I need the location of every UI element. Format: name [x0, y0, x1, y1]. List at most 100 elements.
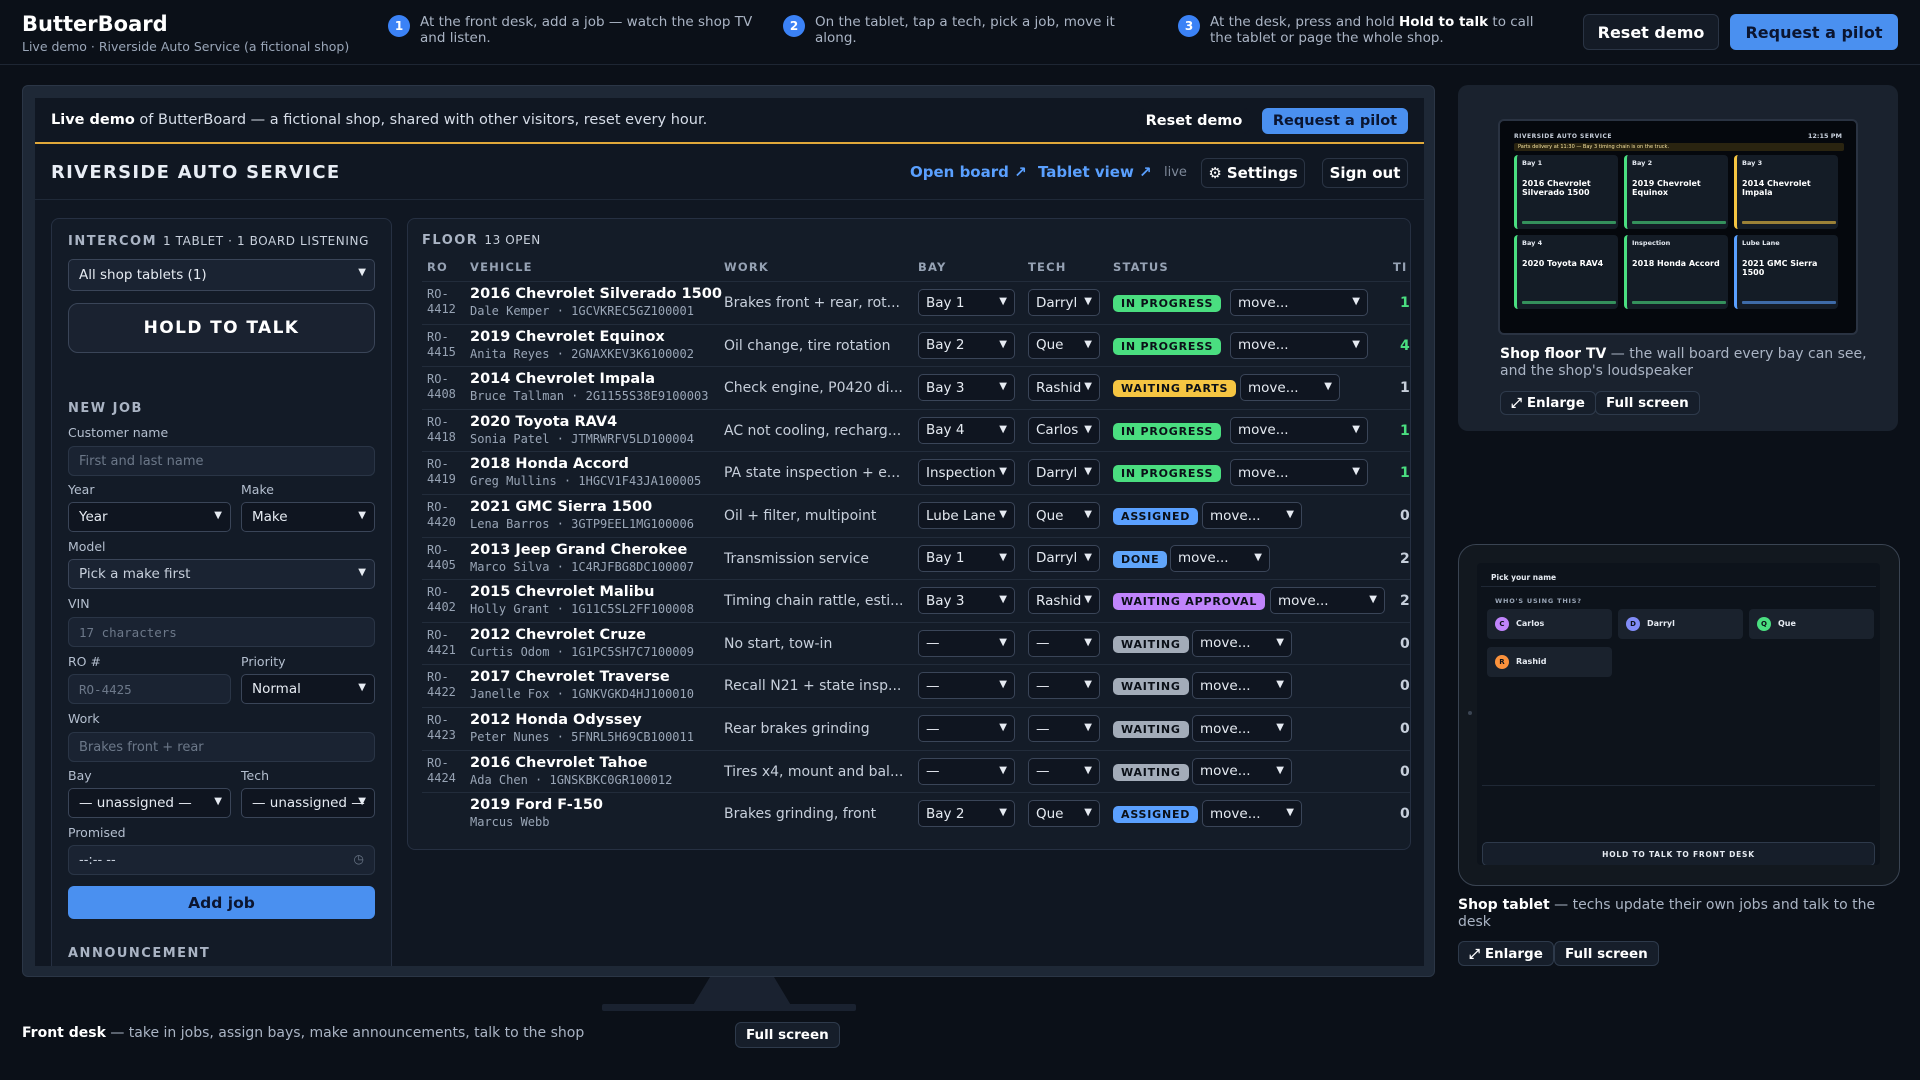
tech-select[interactable]: — ▼ [1028, 757, 1100, 785]
promised-time-input[interactable]: --:-- -- ◷ [68, 845, 375, 875]
shop-tv-card: RIVERSIDE AUTO SERVICE 12:15 PM Parts de… [1458, 85, 1898, 431]
move-select[interactable]: move... ▼ [1192, 757, 1292, 785]
bay-select[interactable]: Inspection ▼ [918, 459, 1015, 487]
move-select[interactable]: move... ▼ [1192, 715, 1292, 742]
front-desk-fullscreen-button[interactable]: Full screen [735, 1022, 840, 1048]
table-row[interactable]: RO- 4422 2017 Chevrolet Traverse Janelle Fo… [422, 664, 1410, 707]
move-select[interactable]: move... ▼ [1230, 416, 1368, 444]
tablet-divider [1482, 785, 1875, 786]
customer-name-input[interactable]: First and last name [68, 446, 375, 476]
shop-tv-preview[interactable]: RIVERSIDE AUTO SERVICE 12:15 PM Parts de… [1498, 119, 1858, 335]
table-row[interactable]: RO- 4405 2013 Jeep Grand Cherokee Marco Sil… [422, 536, 1410, 580]
intercom-target-select[interactable]: All shop tablets (1) ▼ [68, 259, 375, 291]
bay-select[interactable]: Bay 1 ▼ [918, 289, 1015, 316]
settings-button[interactable]: ⚙ Settings [1201, 158, 1305, 188]
tech-select[interactable]: — ▼ [1028, 672, 1100, 700]
table-row[interactable]: RO- 4408 2014 Chevrolet Impala Bruce Tallma… [422, 366, 1410, 409]
open-board-link[interactable]: Open board ↗ [910, 163, 1027, 181]
table-row[interactable]: RO- 4402 2015 Chevrolet Malibu Holly Grant … [422, 579, 1410, 622]
bay-select[interactable]: Bay 3 ▼ [918, 374, 1015, 402]
work-description: PA state inspection + e... [724, 465, 901, 482]
move-select[interactable]: move... ▼ [1230, 289, 1368, 316]
tech-card[interactable]: C Carlos [1487, 609, 1612, 639]
add-job-button[interactable]: Add job [68, 886, 375, 919]
tech-select[interactable]: — unassigned — ▼ [241, 788, 375, 818]
bay-select[interactable]: Bay 3 ▼ [918, 587, 1015, 615]
bay-select[interactable]: Bay 1 ▼ [918, 544, 1015, 572]
tech-select[interactable]: Que ▼ [1028, 331, 1100, 359]
tech-select[interactable]: Rashid ▼ [1028, 587, 1100, 615]
table-row[interactable]: RO- 4419 2018 Honda Accord Greg Mullins · 1… [422, 451, 1410, 494]
bay-select[interactable]: Bay 4 ▼ [918, 416, 1015, 444]
tech-select[interactable]: Rashid ▼ [1028, 374, 1100, 402]
table-row[interactable]: RO- 4420 2021 GMC Sierra 1500 Lena Barros ·… [422, 494, 1410, 537]
model-select[interactable]: Pick a make first ▼ [68, 559, 375, 589]
move-select[interactable]: move... ▼ [1202, 502, 1302, 529]
move-select[interactable]: move... ▼ [1270, 587, 1385, 615]
ro-number-input[interactable]: RO-4425 [68, 674, 231, 704]
vehicle-name: 2019 Chevrolet Equinox [470, 328, 665, 345]
move-select[interactable]: move... ▼ [1170, 544, 1270, 572]
bay-select[interactable]: — ▼ [918, 715, 1015, 742]
table-row[interactable]: RO- 4423 2012 Honda Odyssey Peter Nunes · 5… [422, 707, 1410, 750]
move-select[interactable]: move... ▼ [1230, 459, 1368, 487]
table-row[interactable]: RO- 4424 2016 Chevrolet Tahoe Ada Chen · 1G… [422, 749, 1410, 793]
table-row[interactable]: RO- 4412 2016 Chevrolet Silverado 1500 Dale… [422, 281, 1410, 324]
tv-enlarge-button[interactable]: ⤢ Enlarge [1500, 391, 1596, 415]
work-input[interactable]: Brakes front + rear [68, 732, 375, 762]
bay-select[interactable]: Lube Lane ▼ [918, 502, 1015, 529]
sign-out-button[interactable]: Sign out [1322, 158, 1408, 188]
tech-card[interactable]: D Darryl [1618, 609, 1743, 639]
move-select[interactable]: move... ▼ [1230, 331, 1368, 359]
elapsed-time: 1: [1400, 422, 1410, 439]
bay-select[interactable]: — ▼ [918, 757, 1015, 785]
bay-select[interactable]: — unassigned — ▼ [68, 788, 231, 818]
bay-select[interactable]: — ▼ [918, 629, 1015, 657]
table-row[interactable]: 2019 Ford F-150 Marcus Webb Brakes grindin… [422, 792, 1410, 835]
tv-fullscreen-button[interactable]: Full screen [1595, 391, 1700, 415]
tech-select[interactable]: Darryl ▼ [1028, 544, 1100, 572]
banner-reset-button[interactable]: Reset demo [1138, 108, 1250, 134]
table-row[interactable]: RO- 4415 2019 Chevrolet Equinox Anita Reyes… [422, 323, 1410, 367]
bay-select[interactable]: — ▼ [918, 672, 1015, 700]
move-select[interactable]: move... ▼ [1240, 374, 1340, 402]
tech-card[interactable]: R Rashid [1487, 647, 1612, 677]
tech-select[interactable]: Darryl ▼ [1028, 289, 1100, 316]
tech-select[interactable]: — ▼ [1028, 629, 1100, 657]
tech-select[interactable]: — ▼ [1028, 715, 1100, 742]
chevron-down-icon: ▼ [1352, 466, 1360, 478]
elapsed-time: 18 [1400, 295, 1410, 311]
priority-select[interactable]: Normal ▼ [241, 674, 375, 704]
table-row[interactable]: RO- 4421 2012 Chevrolet Cruze Curtis Odom ·… [422, 621, 1410, 665]
vin-input[interactable]: 17 characters [68, 617, 375, 647]
expand-icon: ⤢ [1469, 945, 1480, 962]
make-select[interactable]: Make ▼ [241, 502, 375, 532]
year-select[interactable]: Year ▼ [68, 502, 231, 532]
banner-pilot-button[interactable]: Request a pilot [1262, 108, 1408, 134]
tech-select[interactable]: Carlos ▼ [1028, 416, 1100, 444]
tablet-talk-button[interactable]: HOLD TO TALK TO FRONT DESK [1482, 842, 1875, 865]
move-select[interactable]: move... ▼ [1192, 672, 1292, 700]
chevron-down-icon: ▼ [214, 796, 222, 807]
tablet-view-link[interactable]: Tablet view ↗ [1038, 163, 1152, 181]
brand-name: ButterBoard [22, 12, 168, 36]
tablet-fullscreen-button[interactable]: Full screen [1554, 941, 1659, 966]
request-pilot-button[interactable]: Request a pilot [1730, 14, 1898, 50]
table-row[interactable]: RO- 4418 2020 Toyota RAV4 Sonia Patel · JTM… [422, 408, 1410, 452]
move-select[interactable]: move... ▼ [1202, 800, 1302, 828]
hold-to-talk-button[interactable]: HOLD TO TALK [68, 303, 375, 353]
bay-label: Bay [68, 768, 92, 783]
chevron-down-icon: ▼ [999, 551, 1007, 563]
tech-select[interactable]: Que ▼ [1028, 800, 1100, 828]
tablet-screen[interactable]: Pick your name WHO'S USING THIS? C Carlos… [1477, 563, 1880, 865]
tablet-enlarge-button[interactable]: ⤢ Enlarge [1458, 941, 1554, 966]
bay-select[interactable]: Bay 2 ▼ [918, 800, 1015, 828]
reset-demo-button[interactable]: Reset demo [1583, 14, 1719, 50]
tech-card[interactable]: Q Que [1749, 609, 1874, 639]
bay-select[interactable]: Bay 2 ▼ [918, 331, 1015, 359]
monitor-base [602, 1004, 856, 1011]
tech-select[interactable]: Darryl ▼ [1028, 459, 1100, 487]
status-badge: IN PROGRESS [1113, 295, 1222, 312]
move-select[interactable]: move... ▼ [1192, 629, 1292, 657]
tech-select[interactable]: Que ▼ [1028, 502, 1100, 529]
